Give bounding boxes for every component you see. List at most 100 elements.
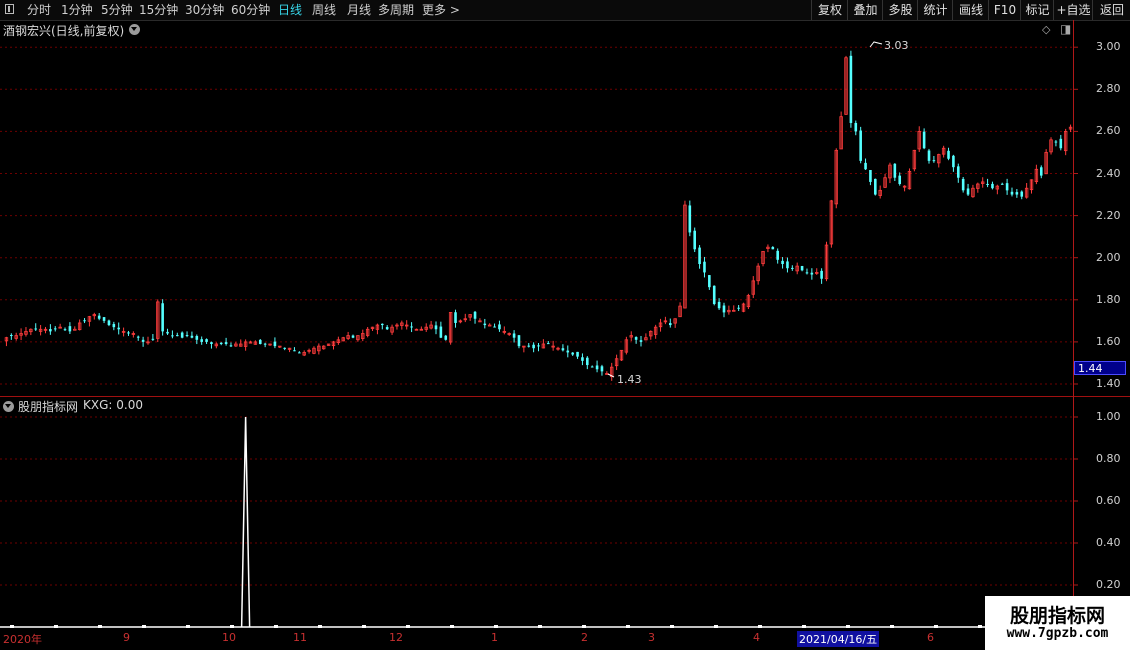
candle-body [893, 163, 897, 178]
candle-body [859, 130, 862, 161]
candle-body [698, 247, 701, 265]
candle-body [410, 326, 413, 328]
candle-body [693, 230, 697, 250]
candle-body [53, 328, 57, 330]
candle-body [986, 183, 989, 185]
candle-body [717, 301, 721, 309]
candle-body [498, 324, 501, 330]
candle-body [190, 335, 194, 338]
candle-body [864, 162, 867, 170]
candle-body [737, 307, 740, 309]
candle-body [854, 122, 858, 132]
candle-body [385, 327, 389, 330]
candle-body [205, 339, 208, 342]
price-tick-label: 1.40 [1096, 377, 1121, 390]
candle-body [703, 261, 706, 273]
candle-body [576, 351, 579, 357]
candle-body [805, 272, 809, 274]
candle-body [151, 338, 155, 340]
candle-body [49, 329, 52, 332]
price-tick-label: 2.00 [1096, 250, 1121, 264]
date-label-7: 3 [648, 631, 655, 644]
candle-body [68, 326, 72, 332]
candle-body [991, 183, 994, 189]
candle-body [73, 328, 77, 331]
candle-body [517, 335, 521, 347]
candle-body [210, 342, 213, 345]
candle-body [922, 131, 926, 149]
candle-body [786, 261, 789, 269]
candle-body [224, 342, 228, 345]
candle-body [487, 324, 492, 327]
date-label-6: 2 [581, 631, 588, 644]
candle-body [722, 305, 726, 313]
price-tick-label: 2.60 [1096, 124, 1121, 138]
candle-body [776, 250, 779, 260]
candle-body [952, 155, 955, 168]
date-label-2: 10 [222, 631, 236, 644]
candle-body [546, 343, 550, 345]
candle-body [127, 332, 130, 334]
candle-body [493, 326, 496, 328]
candle-body [1039, 167, 1043, 176]
indicator-tick-label: 0.20 [1096, 578, 1121, 591]
candle-body [820, 270, 823, 279]
candle-body [351, 335, 355, 338]
candle-body [781, 260, 784, 265]
candle-body [473, 311, 477, 319]
date-label-5: 1 [491, 631, 498, 644]
indicator-tick-label: 0.80 [1096, 452, 1121, 465]
current-price-marker: 1.44 [1074, 361, 1126, 375]
candle-body [161, 303, 164, 332]
price-tick-label: 1.60 [1096, 334, 1121, 348]
candle-body [454, 312, 457, 323]
date-label-3: 11 [293, 631, 307, 644]
candle-body [229, 345, 233, 347]
date-label-8: 4 [753, 631, 760, 644]
candle-body [293, 350, 296, 352]
candle-body [590, 366, 594, 368]
candle-body [810, 272, 814, 275]
candle-body [581, 357, 584, 361]
candle-body [263, 343, 267, 345]
candle-body [1054, 141, 1058, 143]
candle-body [566, 350, 570, 353]
candle-body [595, 365, 599, 370]
date-label-4: 12 [389, 631, 403, 644]
candle-body [63, 329, 67, 331]
candle-body [561, 348, 565, 351]
candle-body [849, 55, 853, 123]
candle-body [258, 339, 262, 345]
candle-body [219, 342, 223, 345]
kline-chart[interactable] [0, 0, 1130, 650]
candle-body [791, 267, 794, 269]
watermark-title: 股朋指标网 [1009, 605, 1105, 627]
candle-body [283, 347, 286, 349]
candle-body [634, 337, 638, 340]
candle-body [200, 339, 203, 342]
candle-body [117, 327, 121, 330]
watermark: 股朋指标网 www.7gpzb.com [985, 596, 1130, 650]
candle-body [444, 335, 448, 340]
candle-body [586, 357, 589, 366]
candle-body [380, 323, 384, 326]
candle-body [483, 323, 487, 326]
candle-body [956, 166, 960, 178]
candle-body [10, 335, 13, 337]
candle-body [771, 247, 775, 250]
price-tick-label: 1.80 [1096, 292, 1121, 306]
price-tick-label: 2.20 [1096, 208, 1121, 222]
price-tick-label: 2.40 [1096, 166, 1121, 180]
candle-body [966, 188, 970, 195]
candle-body [639, 340, 643, 342]
candle-body [1020, 191, 1024, 197]
indicator-tick-label: 0.60 [1096, 494, 1121, 507]
candle-body [898, 175, 902, 185]
indicator-tick-label: 0.40 [1096, 536, 1121, 549]
candle-body [869, 169, 872, 182]
candle-body [668, 323, 672, 326]
candle-body [97, 315, 101, 319]
date-label-0: 2020年 [3, 633, 42, 646]
candle-body [273, 341, 277, 347]
candle-body [1059, 138, 1063, 149]
